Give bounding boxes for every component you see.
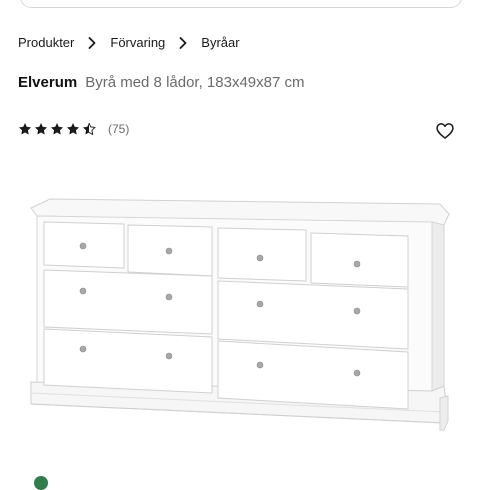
review-count[interactable]: (75) (108, 122, 129, 136)
chevron-right-icon (179, 36, 187, 49)
breadcrumb: Produkter Förvaring Byråar (18, 35, 240, 50)
star-icon (66, 123, 80, 135)
product-name: Elverum (18, 74, 78, 91)
product-title: Elverum Byrå med 8 lådor, 183x49x87 cm (18, 74, 305, 91)
chevron-right-icon (88, 36, 96, 49)
star-half-icon (82, 122, 96, 135)
star-icon (34, 123, 48, 135)
product-image[interactable] (30, 197, 450, 437)
availability-icon (34, 476, 48, 490)
breadcrumb-forvaring[interactable]: Förvaring (110, 35, 165, 50)
product-description: Byrå med 8 lådor, 183x49x87 cm (85, 74, 305, 91)
star-rating[interactable] (18, 122, 96, 136)
heart-outline-icon[interactable] (435, 121, 455, 141)
breadcrumb-produkter[interactable]: Produkter (18, 35, 74, 50)
breadcrumb-byraar[interactable]: Byråar (201, 35, 239, 50)
product-rating: (75) (18, 122, 129, 136)
star-icon (50, 123, 64, 135)
search-bar[interactable] (20, 0, 462, 8)
star-icon (18, 123, 32, 135)
